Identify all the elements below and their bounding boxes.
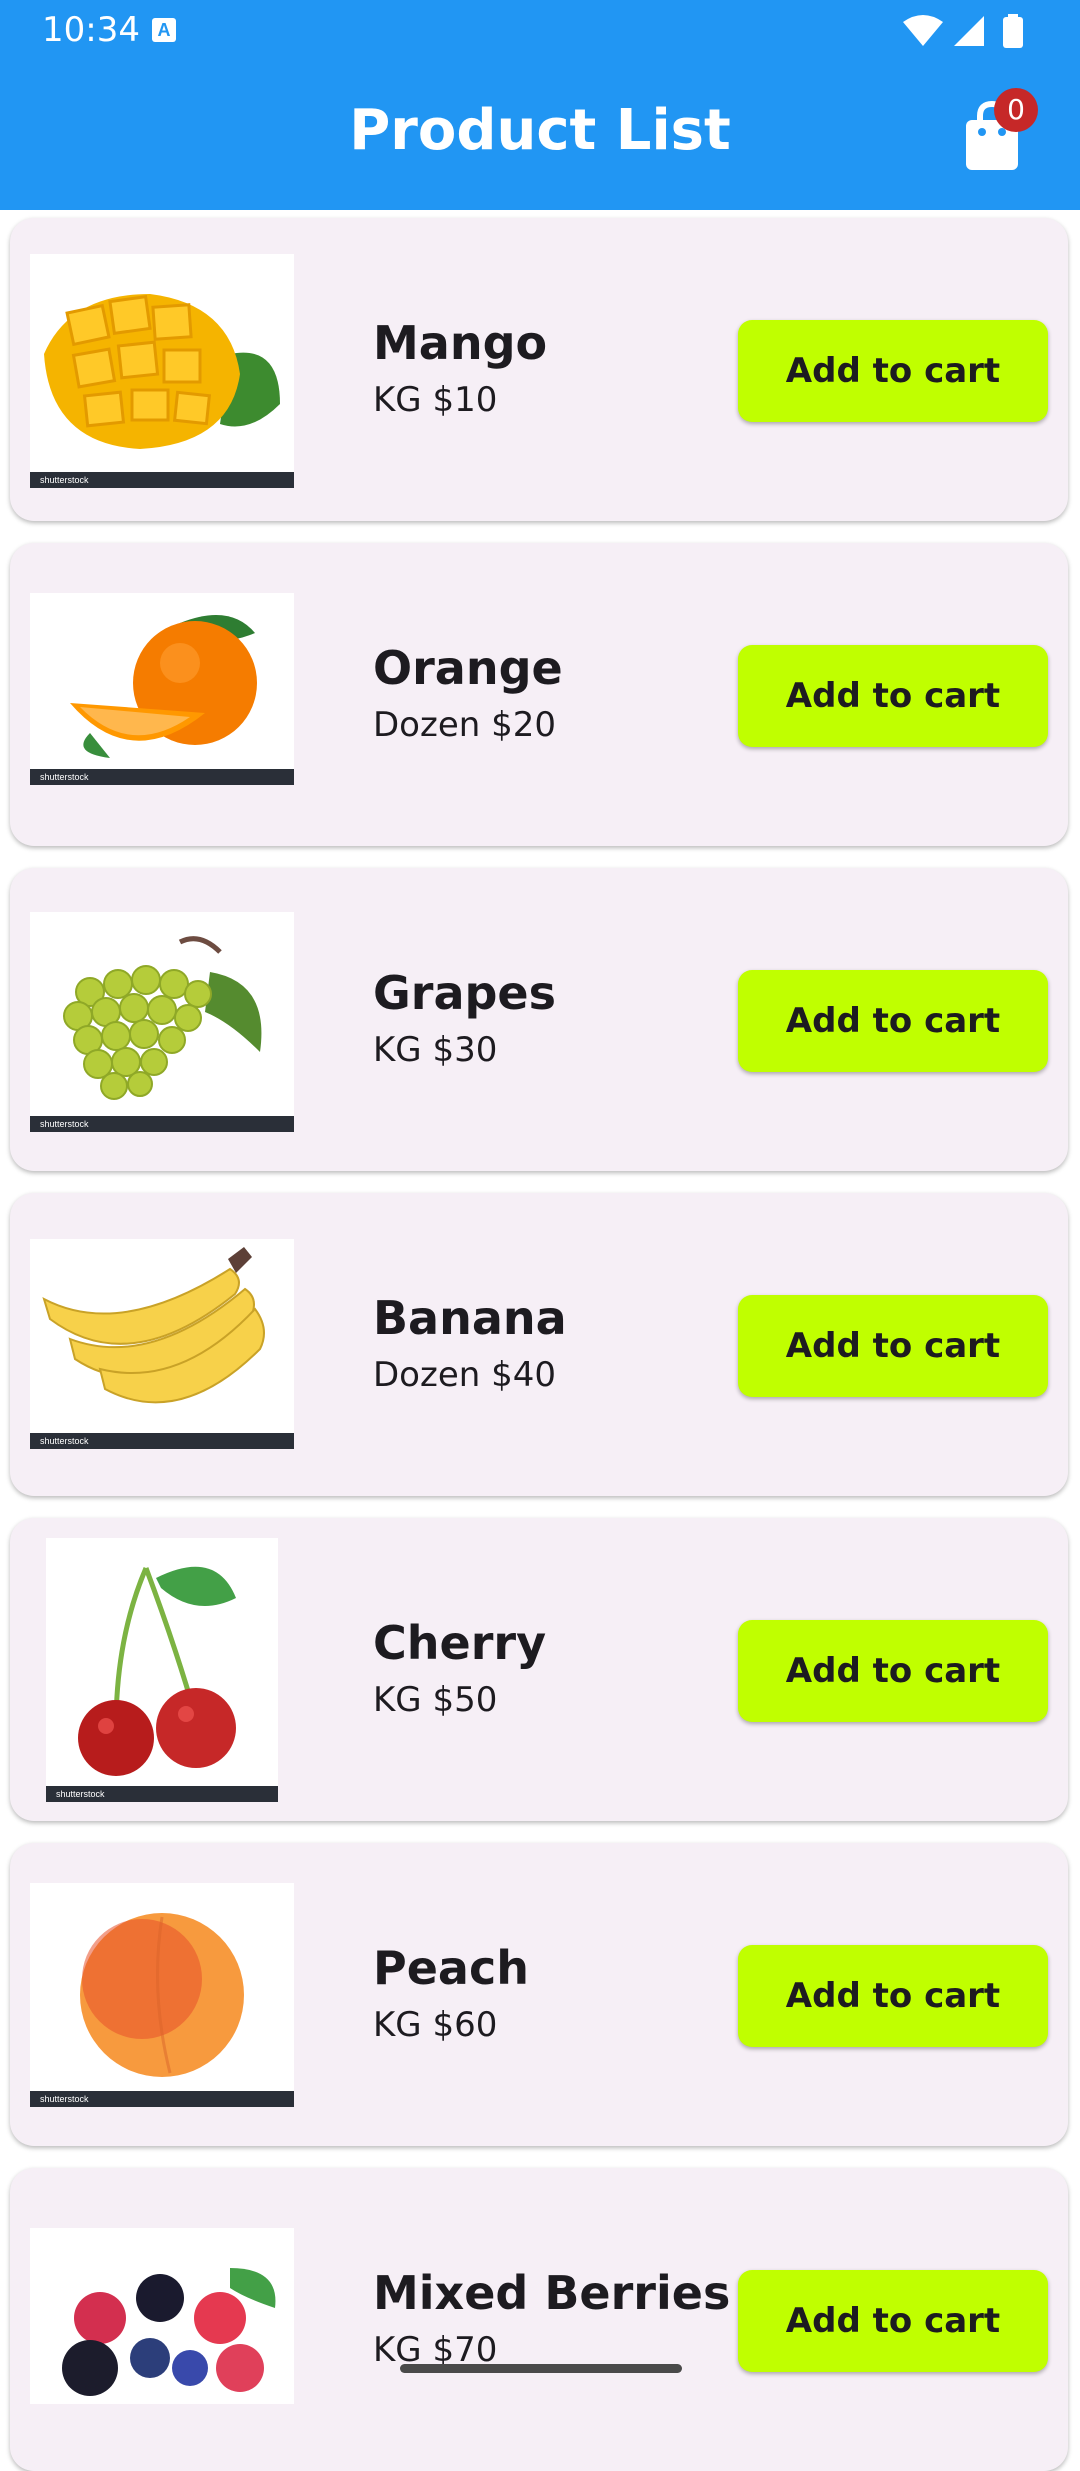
banana-image xyxy=(42,1247,265,1404)
image-watermark: shutterstock xyxy=(30,472,294,488)
add-to-cart-button[interactable]: Add to cart xyxy=(738,970,1048,1072)
add-to-cart-button[interactable]: Add to cart xyxy=(738,1620,1048,1722)
app-bar: 10:34 A Product List 0 xyxy=(0,0,1080,210)
product-image-mango: shutterstock xyxy=(30,254,294,488)
product-image-peach: shutterstock xyxy=(30,1883,294,2107)
add-to-cart-button[interactable]: Add to cart xyxy=(738,2270,1048,2372)
battery-icon xyxy=(1003,14,1023,48)
product-image-cherry: shutterstock xyxy=(46,1538,278,1802)
image-watermark: shutterstock xyxy=(30,1433,294,1449)
peach-image xyxy=(80,1913,244,2077)
product-image-grapes: shutterstock xyxy=(30,912,294,1132)
product-price: Dozen $20 xyxy=(373,705,556,745)
product-name: Mixed Berries xyxy=(373,2266,731,2320)
product-name: Peach xyxy=(373,1941,529,1995)
signal-icon xyxy=(954,16,984,46)
product-price: Dozen $40 xyxy=(373,1355,556,1395)
orange-image xyxy=(70,615,257,758)
product-name: Cherry xyxy=(373,1616,547,1670)
image-watermark: shutterstock xyxy=(46,1786,278,1802)
add-to-cart-button[interactable]: Add to cart xyxy=(738,1945,1048,2047)
status-time: 10:34 xyxy=(42,10,140,50)
product-image-mixed-berries xyxy=(30,2228,294,2404)
add-to-cart-button[interactable]: Add to cart xyxy=(738,645,1048,747)
product-name: Banana xyxy=(373,1291,567,1345)
product-card-cherry: shutterstock Cherry KG $50 Add to cart xyxy=(10,1518,1068,1821)
page-title: Product List xyxy=(349,98,731,163)
status-icons xyxy=(902,14,1032,48)
product-card-grapes: shutterstock Grapes KG $30 Add to cart xyxy=(10,868,1068,1171)
product-price: KG $50 xyxy=(373,1680,498,1720)
product-name: Grapes xyxy=(373,966,556,1020)
grapes-image xyxy=(63,936,262,1100)
add-to-cart-button[interactable]: Add to cart xyxy=(738,1295,1048,1397)
product-price: KG $60 xyxy=(373,2005,498,2045)
product-price: KG $30 xyxy=(373,1030,498,1070)
product-card-banana: shutterstock Banana Dozen $40 Add to car… xyxy=(10,1193,1068,1496)
product-card-peach: shutterstock Peach KG $60 Add to cart xyxy=(10,1843,1068,2146)
image-watermark: shutterstock xyxy=(30,769,294,785)
product-price: KG $10 xyxy=(373,380,498,420)
accessibility-a-icon: A xyxy=(152,18,176,42)
gesture-navigation-bar[interactable] xyxy=(400,2364,682,2373)
mixed-berries-image xyxy=(62,2268,276,2396)
add-to-cart-button[interactable]: Add to cart xyxy=(738,320,1048,422)
product-card-mango: shutterstock Mango KG $10 Add to cart xyxy=(10,218,1068,521)
product-image-banana: shutterstock xyxy=(30,1239,294,1449)
product-name: Orange xyxy=(373,641,563,695)
product-image-orange: shutterstock xyxy=(30,593,294,785)
mango-image xyxy=(44,294,280,449)
cart-count-badge: 0 xyxy=(994,88,1038,132)
cherry-image xyxy=(78,1566,236,1776)
image-watermark: shutterstock xyxy=(30,1116,294,1132)
product-card-mixed-berries: Mixed Berries KG $70 Add to cart xyxy=(10,2168,1068,2471)
wifi-icon xyxy=(903,15,943,46)
image-watermark: shutterstock xyxy=(30,2091,294,2107)
product-card-orange: shutterstock Orange Dozen $20 Add to car… xyxy=(10,543,1068,846)
product-name: Mango xyxy=(373,316,548,370)
